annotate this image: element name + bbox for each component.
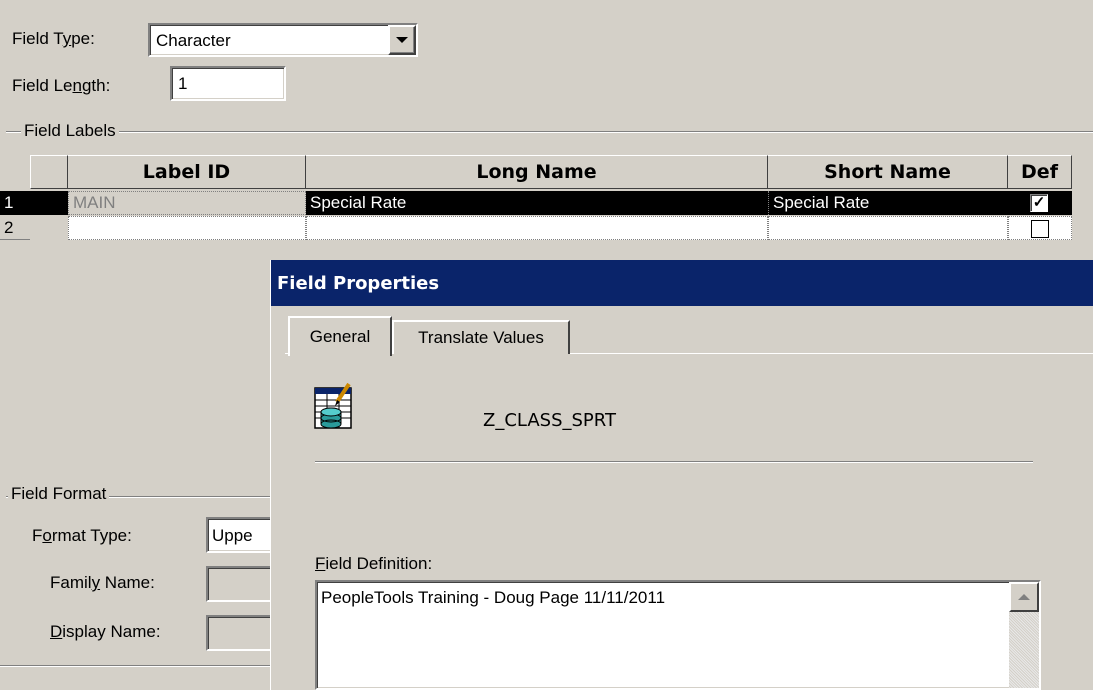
field-length-label: Field Length: — [12, 76, 111, 95]
grid-header: Label ID Long Name Short Name Def — [30, 155, 1072, 189]
col-label-id[interactable]: Label ID — [68, 155, 306, 189]
dropdown-arrow-button[interactable] — [388, 25, 416, 55]
record-field-icon — [313, 382, 355, 432]
col-long-name[interactable]: Long Name — [306, 155, 768, 189]
col-short-name[interactable]: Short Name — [768, 155, 1008, 189]
long-name-cell[interactable]: Special Rate — [306, 191, 768, 215]
format-type-value: Uppe — [212, 526, 253, 545]
def-checkbox-unchecked[interactable] — [1031, 220, 1049, 238]
field-labels-groupline — [6, 131, 1093, 133]
family-name-label: Family Name: — [50, 573, 155, 592]
short-name-cell[interactable] — [768, 216, 1008, 240]
field-labels-group-title: Field Labels — [21, 121, 119, 141]
row-selector[interactable] — [30, 216, 68, 240]
vertical-scrollbar[interactable] — [1009, 582, 1039, 688]
label-id-cell[interactable] — [68, 216, 306, 240]
col-def[interactable]: Def — [1008, 155, 1072, 189]
field-name: Z_CLASS_SPRT — [483, 410, 616, 431]
row-selector[interactable] — [30, 191, 68, 215]
short-name-cell[interactable]: Special Rate — [768, 191, 1008, 215]
field-length-value: 1 — [178, 74, 188, 93]
long-name-cell[interactable] — [306, 216, 768, 240]
def-cell[interactable] — [1008, 216, 1072, 240]
def-cell[interactable]: ✓ — [1008, 191, 1072, 215]
format-type-select[interactable]: Uppe — [206, 517, 276, 553]
family-name-input[interactable] — [206, 566, 276, 602]
display-name-input[interactable] — [206, 615, 276, 651]
tab-general[interactable]: General — [288, 316, 392, 356]
field-definition-label: Field Definition: — [315, 554, 433, 573]
format-type-label: Format Type: — [32, 526, 132, 545]
field-length-input[interactable]: 1 — [170, 66, 286, 101]
dialog-titlebar[interactable]: Field Properties — [271, 260, 1093, 306]
field-definition-textarea[interactable]: PeopleTools Training - Doug Page 11/11/2… — [315, 580, 1041, 690]
field-definition-text: PeopleTools Training - Doug Page 11/11/2… — [321, 588, 666, 607]
format-bottom-line — [0, 665, 270, 667]
chevron-down-icon — [396, 37, 408, 43]
display-name-label: Display Name: — [50, 622, 161, 641]
table-row[interactable]: 2 — [0, 216, 1072, 240]
field-properties-dialog: Field Properties General Translate Value… — [270, 260, 1093, 690]
field-type-label: Field Type: — [12, 29, 95, 48]
label-id-cell[interactable]: MAIN — [68, 191, 306, 215]
def-checkbox-checked[interactable]: ✓ — [1030, 194, 1048, 212]
row-number: 2 — [0, 216, 30, 240]
field-format-group-title: Field Format — [8, 484, 110, 504]
grid-corner — [30, 155, 68, 189]
dialog-separator — [315, 461, 1033, 463]
field-type-value: Character — [156, 31, 231, 50]
row-number: 1 — [0, 191, 30, 215]
tab-translate-values[interactable]: Translate Values — [392, 320, 570, 354]
chevron-up-icon — [1018, 594, 1030, 600]
table-row[interactable]: 1 MAIN Special Rate Special Rate ✓ — [0, 191, 1072, 215]
field-type-select[interactable]: Character — [148, 23, 418, 57]
scroll-up-button[interactable] — [1009, 582, 1039, 612]
